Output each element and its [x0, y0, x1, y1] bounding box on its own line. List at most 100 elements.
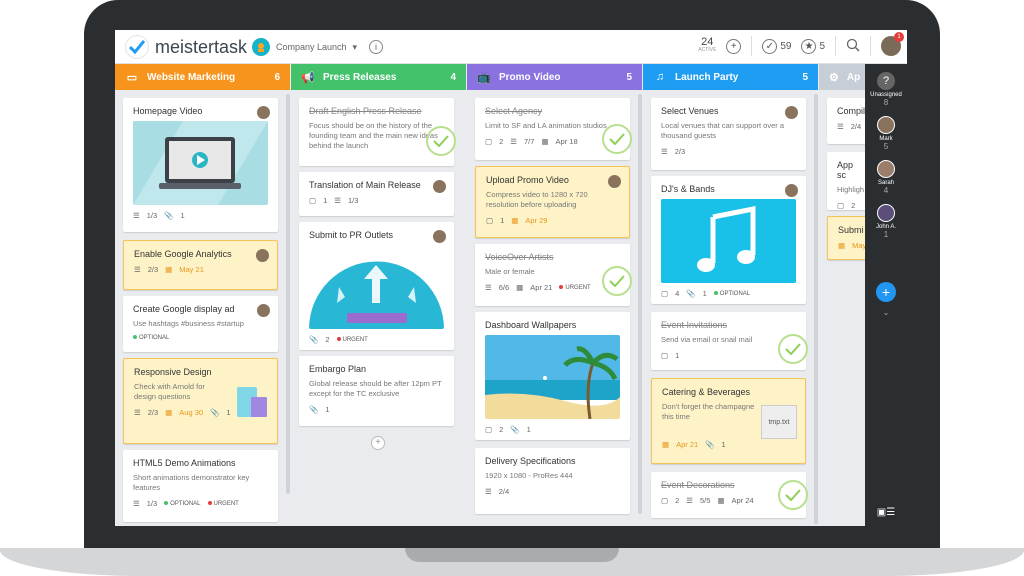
task-card[interactable]: DJ's & Bands ▢ 4 📎 1 OPTIONAL	[651, 176, 806, 304]
attachment-count: 1	[226, 408, 231, 417]
column-header[interactable]: ▭ Website Marketing 6	[115, 64, 290, 90]
add-member-button[interactable]: +	[876, 282, 896, 302]
project-avatar-icon	[252, 38, 270, 56]
task-title: Event Invitations	[661, 320, 728, 330]
task-card[interactable]: HTML5 Demo Animations Short animations d…	[123, 450, 278, 522]
task-card[interactable]: Homepage Video ☰ 1/3 📎 1	[123, 98, 278, 232]
active-tasks[interactable]: 24 ACTIVE	[698, 36, 716, 54]
user-avatar[interactable]: 1	[881, 32, 904, 56]
responsive-thumbnail	[235, 385, 269, 419]
chevron-down-icon[interactable]: ⌄	[865, 308, 907, 317]
column-header[interactable]: ⚙ Ap	[819, 64, 869, 90]
task-meta: ☰ 2/3	[661, 147, 796, 156]
task-description: Focus should be on the history of the fo…	[309, 121, 438, 150]
task-card[interactable]: Enable Google Analytics ☰ 2/3 ▦ May 21	[123, 240, 278, 290]
column-title: Website Marketing	[147, 71, 236, 83]
task-card[interactable]: Catering & Beverages Don't forget the ch…	[651, 378, 806, 464]
task-card[interactable]: Compil ☰ 2/4	[827, 98, 869, 144]
task-card[interactable]: Translation of Main Release ▢ 1 ☰ 1/3	[299, 172, 454, 216]
star-icon: ★	[801, 38, 817, 54]
column-header[interactable]: 📺 Promo Video 5	[467, 64, 642, 90]
column-scrollbar[interactable]	[638, 94, 642, 514]
assignee-avatar	[257, 106, 270, 119]
column-press-releases: 📢 Press Releases 4 Draft English Press R…	[291, 64, 466, 526]
task-title: Enable Google Analytics	[134, 249, 232, 259]
sidebar-item-sarah[interactable]: Sarah 4	[865, 160, 907, 195]
completed-check-icon[interactable]	[778, 480, 808, 510]
sidebar-toggle-icon[interactable]: ▣☰	[865, 507, 907, 518]
comment-count: 2	[851, 201, 856, 210]
sidebar-item-unassigned[interactable]: ? Unassigned 8	[865, 72, 907, 107]
active-count: 24	[701, 36, 714, 48]
search-icon[interactable]	[846, 38, 860, 55]
attachment-count: 2	[325, 335, 330, 344]
task-card[interactable]: App sc Highligh ▢ 2	[827, 152, 869, 210]
task-card[interactable]: Submi ▦ May	[827, 216, 869, 260]
avatar	[877, 204, 895, 222]
tag-label: OPTIONAL	[139, 335, 170, 341]
logo-check-icon	[125, 35, 149, 59]
task-meta: ▢ 2 ☰ 7/7 ▦ Apr 18	[485, 137, 620, 146]
logo[interactable]: meistertask	[125, 35, 247, 59]
task-card[interactable]: Embargo Plan Global release should be af…	[299, 356, 454, 426]
task-title: Embargo Plan	[309, 364, 367, 374]
comment-count: 1	[500, 216, 505, 225]
column-scrollbar[interactable]	[814, 94, 818, 524]
add-task-icon[interactable]: +	[726, 38, 742, 54]
task-description: 1920 x 1080 - ProRes 444	[485, 471, 573, 480]
add-task-button[interactable]: +	[371, 436, 385, 450]
attachment-icon: 📎	[210, 408, 220, 417]
completed-check-icon[interactable]	[426, 126, 456, 156]
task-description: Compress video to 1280 x 720 resolution …	[486, 190, 588, 209]
task-date: Apr 24	[731, 496, 754, 505]
sidebar-item-mark[interactable]: Mark 5	[865, 116, 907, 151]
megaphone-icon: 📢	[301, 71, 315, 84]
task-card[interactable]: Delivery Specifications 1920 x 1080 - Pr…	[475, 448, 630, 514]
chevron-down-icon: ▾	[352, 41, 358, 52]
column-header[interactable]: ♫ Launch Party 5	[643, 64, 818, 90]
attachment-icon: 📎	[309, 405, 319, 414]
checklist-count: 2/4	[498, 487, 510, 496]
project-selector[interactable]: Company Launch ▾	[252, 38, 357, 56]
checklist-icon: ☰	[485, 487, 492, 496]
task-card[interactable]: Upload Promo Video Compress video to 128…	[475, 166, 630, 238]
task-card[interactable]: Dashboard Wallpapers ▢ 2 📎 1	[475, 312, 630, 440]
file-attachment[interactable]: tmp.txt	[761, 405, 797, 439]
task-card[interactable]: Draft English Press Release Focus should…	[299, 98, 456, 166]
task-card[interactable]: Event Decorations ▢ 2 ☰ 5/5 ▦ Apr 24	[651, 472, 808, 518]
task-meta: ☰ 1/3 OPTIONAL URGENT	[133, 499, 268, 508]
task-card[interactable]: Create Google display ad Use hashtags #b…	[123, 296, 278, 352]
task-meta: OPTIONAL	[133, 335, 268, 341]
sidebar-count: 1	[883, 230, 889, 239]
checklist-icon: ☰	[686, 496, 693, 505]
completed-check-icon[interactable]	[602, 124, 632, 154]
comment-count: 2	[499, 425, 504, 434]
task-card[interactable]: Event Invitations Send via email or snai…	[651, 312, 808, 370]
assignee-avatar	[257, 304, 270, 317]
due-date-icon: ▦	[838, 241, 846, 250]
due-date: Apr 21	[676, 440, 699, 449]
task-meta: 📎 1	[309, 405, 444, 414]
task-card[interactable]: Select Agency Limit to SF and LA animati…	[475, 98, 632, 160]
task-card[interactable]: Select Venues Local venues that can supp…	[651, 98, 806, 170]
sidebar-item-john[interactable]: John A. 1	[865, 204, 907, 239]
column-scrollbar[interactable]	[286, 94, 290, 494]
completed-tasks[interactable]: ✓ 59	[762, 38, 791, 54]
attachment-icon: 📎	[164, 211, 174, 220]
completed-check-icon[interactable]	[778, 334, 808, 364]
starred-tasks[interactable]: ★ 5	[801, 38, 825, 54]
sidebar-count: 8	[883, 98, 889, 107]
completed-check-icon[interactable]	[602, 266, 632, 296]
column-header[interactable]: 📢 Press Releases 4	[291, 64, 466, 90]
column-title: Ap	[846, 71, 861, 83]
checklist-count: 2/4	[850, 122, 862, 131]
star-count: 5	[819, 40, 825, 52]
checklist-icon: ☰	[837, 122, 844, 131]
task-card[interactable]: Responsive Design Check with Arnold for …	[123, 358, 278, 444]
checklist-icon: ☰	[510, 137, 517, 146]
task-meta: ▢ 2 ☰ 5/5 ▦ Apr 24	[661, 496, 796, 505]
due-date-icon: ▦	[511, 216, 519, 225]
task-card[interactable]: VoiceOver Artists Male or female ☰ 6/6 ▦ A…	[475, 244, 632, 306]
info-icon[interactable]: i	[369, 40, 383, 54]
task-card[interactable]: Submit to PR Outlets 📎 2 URGENT	[299, 222, 454, 350]
